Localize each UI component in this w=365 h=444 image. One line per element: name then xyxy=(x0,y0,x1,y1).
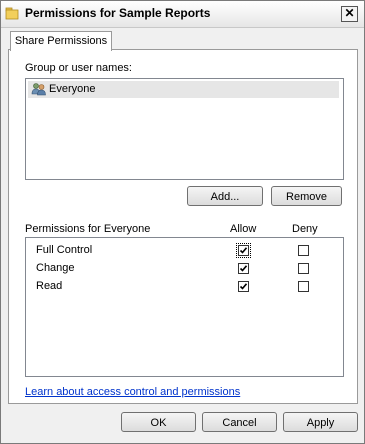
permission-name: Change xyxy=(36,262,75,274)
cancel-button[interactable]: Cancel xyxy=(202,412,277,432)
allow-checkbox[interactable] xyxy=(238,263,249,274)
list-item[interactable]: Everyone xyxy=(28,81,339,98)
remove-button[interactable]: Remove xyxy=(271,186,342,206)
tab-share-permissions[interactable]: Share Permissions xyxy=(10,31,112,51)
apply-button[interactable]: Apply xyxy=(283,412,358,432)
table-row: Full Control xyxy=(26,243,343,259)
tab-panel: Group or user names: Everyone Add... Rem… xyxy=(8,49,358,404)
close-icon: ✕ xyxy=(344,6,355,20)
user-list[interactable]: Everyone xyxy=(25,78,344,180)
permission-name: Full Control xyxy=(36,244,93,256)
folder-icon xyxy=(5,6,19,20)
permissions-dialog: Permissions for Sample Reports ✕ Share P… xyxy=(0,0,365,444)
allow-checkbox[interactable] xyxy=(236,243,251,258)
allow-checkbox[interactable] xyxy=(238,281,249,292)
close-button[interactable]: ✕ xyxy=(341,6,358,22)
deny-checkbox[interactable] xyxy=(298,263,309,274)
ok-button[interactable]: OK xyxy=(121,412,196,432)
deny-checkbox[interactable] xyxy=(298,245,309,256)
user-name: Everyone xyxy=(49,83,96,95)
window-title: Permissions for Sample Reports xyxy=(25,6,211,20)
group-label: Group or user names: xyxy=(25,62,132,74)
table-row: Change xyxy=(26,261,343,277)
add-button[interactable]: Add... xyxy=(187,186,263,206)
table-row: Read xyxy=(26,279,343,295)
permissions-header: Permissions for Everyone xyxy=(25,223,151,235)
deny-header: Deny xyxy=(292,223,318,235)
permission-name: Read xyxy=(36,280,63,292)
allow-header: Allow xyxy=(230,223,257,235)
deny-checkbox[interactable] xyxy=(298,281,309,292)
users-group-icon xyxy=(31,82,47,96)
permissions-list: Full Control Change Read xyxy=(25,237,344,377)
title-bar: Permissions for Sample Reports ✕ xyxy=(1,1,364,28)
help-link[interactable]: Learn about access control and permissio… xyxy=(25,386,240,398)
